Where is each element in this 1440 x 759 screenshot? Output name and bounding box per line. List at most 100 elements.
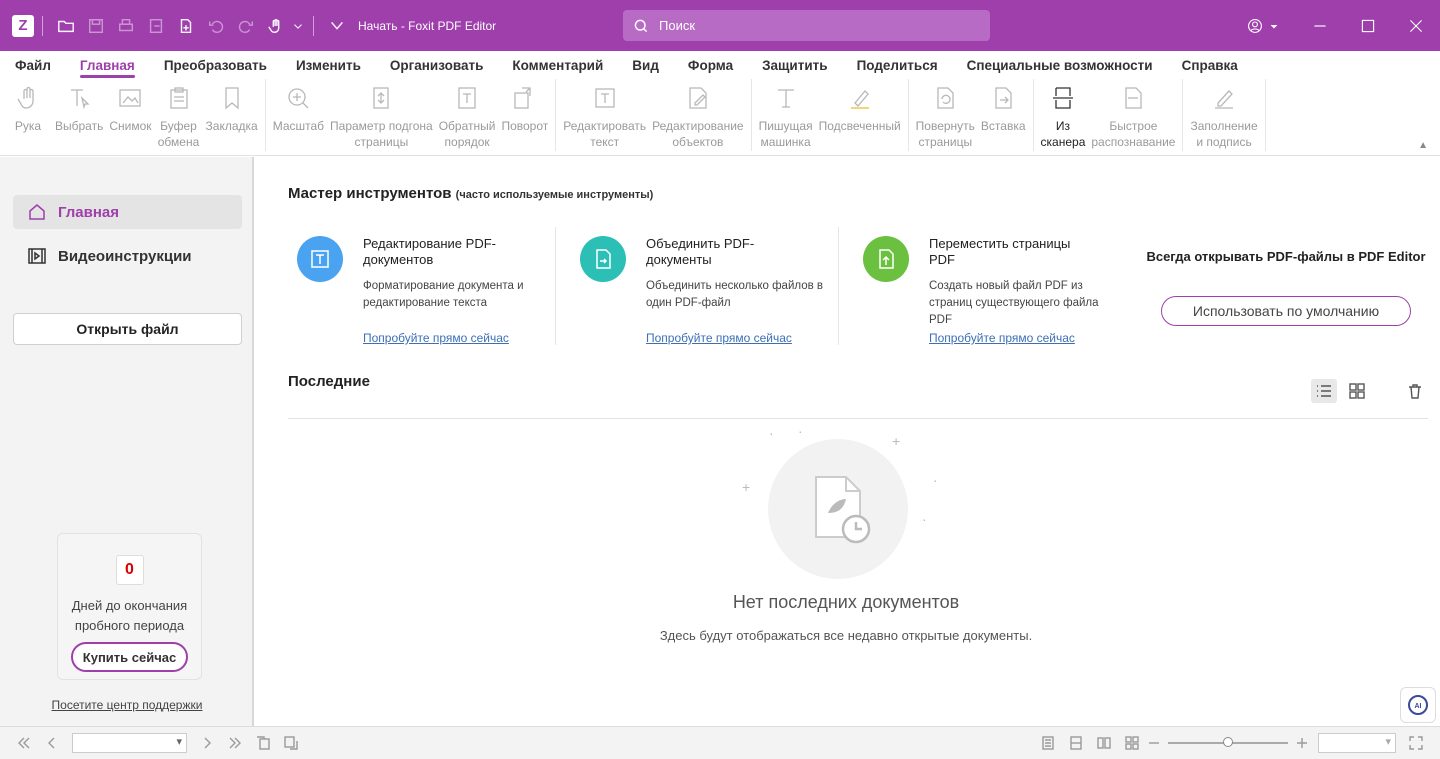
page-number-input[interactable] [72,733,187,753]
close-button[interactable] [1392,0,1440,51]
try-now-link[interactable]: Попробуйте прямо сейчас [363,331,509,345]
facing-pages-button[interactable] [1090,729,1118,757]
highlight-button[interactable]: Подсвеченный [816,79,904,151]
account-button[interactable] [1238,18,1288,34]
sidebar-item-videos[interactable]: Видеоинструкции [13,239,242,273]
next-page-icon [204,737,211,749]
merge-icon [580,236,626,282]
zoom-out-button[interactable] [1146,729,1162,757]
tab-view[interactable]: Вид [632,58,659,73]
ribbon: Рука Выбрать Снимок Буфер обмена Закладк… [0,79,1440,156]
prev-page-icon [48,737,55,749]
first-page-button[interactable] [10,729,38,757]
status-bar [0,726,1440,759]
continuous-page-button[interactable] [1062,729,1090,757]
maximize-icon [1361,19,1375,32]
try-now-link[interactable]: Попробуйте прямо сейчас [646,331,792,345]
rotate-pages-icon [937,87,954,109]
ocr-button[interactable]: Быстрое распознавание [1088,79,1178,151]
select-button[interactable]: Выбрать [52,79,106,151]
next-page-button[interactable] [193,729,221,757]
grid-view-button[interactable] [1344,379,1370,403]
save-icon[interactable] [81,11,111,41]
ai-assistant-button[interactable]: AI [1400,687,1436,723]
zoom-button[interactable]: Масштаб [270,79,327,151]
hand-button[interactable]: Рука [4,79,52,151]
typewriter-button[interactable]: Пишущая машинка [756,79,816,151]
previous-view-button[interactable] [249,729,277,757]
tab-form[interactable]: Форма [688,58,733,73]
collapse-ribbon-icon[interactable]: ▲ [1418,140,1428,151]
fit-page-button[interactable]: Параметр подгона страницы [327,79,436,151]
fill-sign-icon [1215,90,1234,109]
reverse-order-button[interactable]: Обратный порядок [436,79,499,151]
tab-file[interactable]: Файл [15,58,51,73]
zoom-slider-thumb[interactable] [1223,737,1233,747]
maximize-button[interactable] [1344,0,1392,51]
clear-recent-button[interactable] [1402,379,1428,403]
next-view-button[interactable] [277,729,305,757]
scanner-button[interactable]: Из сканера [1038,79,1089,151]
edit-objects-button[interactable]: Редактирование объектов [649,79,746,151]
list-view-button[interactable] [1311,379,1337,403]
rotate-button[interactable]: Поворот [498,79,551,151]
support-center-link[interactable]: Посетите центр поддержки [0,698,254,712]
tab-comment[interactable]: Комментарий [512,58,603,73]
first-page-icon [18,737,30,749]
zoom-icon [288,88,309,109]
tool-card-merge[interactable]: Объединить PDF-документы Объединить неск… [580,232,850,352]
next-view-icon [284,736,298,750]
prev-page-button[interactable] [38,729,66,757]
hand-tool-icon[interactable] [261,11,291,41]
edit-text-button[interactable]: Редактировать текст [560,79,649,151]
customize-toolbar-icon[interactable] [322,11,352,41]
redo-icon[interactable] [231,11,261,41]
edit-text-icon [297,236,343,282]
continuous-facing-button[interactable] [1118,729,1146,757]
fill-sign-button[interactable]: Заполнение и подпись [1187,79,1260,151]
tab-accessibility[interactable]: Специальные возможности [967,58,1153,73]
open-folder-icon[interactable] [51,11,81,41]
search-input[interactable]: Поиск [623,10,990,41]
insert-button[interactable]: Вставка [978,79,1029,151]
sidebar-item-home[interactable]: Главная [13,195,242,229]
sparkle-icon: · [922,511,927,527]
single-page-button[interactable] [1034,729,1062,757]
minimize-button[interactable] [1296,0,1344,51]
zoom-level-select[interactable] [1318,733,1396,753]
last-page-button[interactable] [221,729,249,757]
set-default-button[interactable]: Использовать по умолчанию [1161,296,1411,326]
open-file-button[interactable]: Открыть файл [13,313,242,345]
export-icon[interactable] [141,11,171,41]
tab-convert[interactable]: Преобразовать [164,58,267,73]
tool-card-move-pages[interactable]: Переместить страницы PDF Создать новый ф… [863,232,1133,352]
snapshot-icon [119,89,142,107]
undo-icon[interactable] [201,11,231,41]
tool-card-edit[interactable]: Редактирование PDF-документов Форматиров… [297,232,567,352]
ribbon-group-comment: Пишущая машинка Подсвеченный [752,79,909,151]
print-icon[interactable] [111,11,141,41]
zoom-in-button[interactable] [1294,729,1310,757]
new-document-icon[interactable] [171,11,201,41]
bookmark-button[interactable]: Закладка [203,79,261,151]
tab-help[interactable]: Справка [1182,58,1238,73]
chevron-down-icon[interactable] [291,11,305,41]
tab-home[interactable]: Главная [79,58,135,78]
tab-share[interactable]: Поделиться [857,58,938,73]
sparkle-icon: · [798,423,803,439]
try-now-link[interactable]: Попробуйте прямо сейчас [929,331,1075,345]
zoom-slider[interactable] [1168,737,1288,747]
tab-edit[interactable]: Изменить [296,58,361,73]
clipboard-button[interactable]: Буфер обмена [155,79,203,151]
default-app-question: Всегда открывать PDF-файлы в PDF Editor [1146,249,1426,264]
tab-organize[interactable]: Организовать [390,58,484,73]
typewriter-icon [777,89,794,108]
snapshot-button[interactable]: Снимок [106,79,154,151]
tab-protect[interactable]: Защитить [762,58,827,73]
fullscreen-button[interactable] [1402,729,1430,757]
rotate-pages-button[interactable]: Повернуть страницы [913,79,978,151]
fullscreen-icon [1409,736,1423,750]
buy-now-button[interactable]: Купить сейчас [71,642,188,672]
fit-page-icon [373,87,390,109]
trial-text: Дней до окончания пробного периода [71,598,188,633]
